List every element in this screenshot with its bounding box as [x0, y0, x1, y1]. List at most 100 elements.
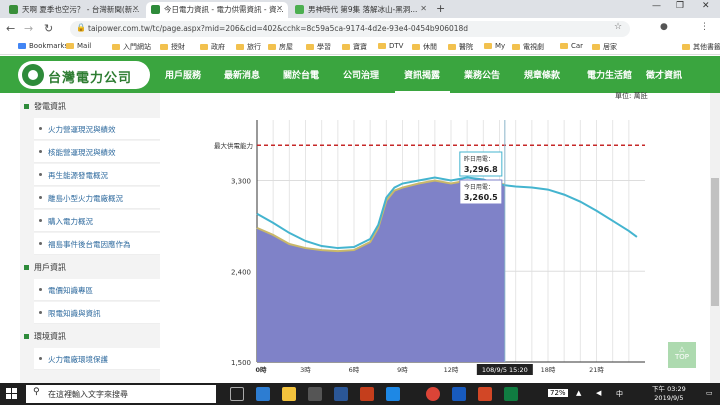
bookmark-item[interactable]: 其他書籤 [682, 42, 720, 52]
nav-item-4[interactable]: 公司治理 [343, 68, 379, 81]
sidebar-link[interactable]: 再生能源發電概況 [34, 164, 160, 186]
bookmark-item[interactable]: 旅行 [236, 42, 261, 52]
close-window-icon[interactable]: ✕ [702, 1, 710, 11]
mail-icon[interactable] [334, 387, 348, 401]
y-tick-label: 2,400 [231, 268, 251, 276]
battery-indicator[interactable]: 72% [548, 389, 568, 397]
bookmark-item[interactable]: My [484, 42, 505, 50]
nav-item-9[interactable]: 徵才資訊 [646, 68, 682, 81]
input-method-icon[interactable]: 中 [616, 389, 623, 399]
notification-icon[interactable]: ▭ [706, 389, 713, 397]
taipower-logo[interactable]: 台灣電力公司 [18, 61, 150, 89]
network-icon[interactable]: ▲ [576, 389, 581, 397]
bookmark-item[interactable]: 電視劇 [512, 42, 544, 52]
back-icon[interactable]: ← [6, 22, 15, 35]
bookmark-item[interactable]: 學習 [306, 42, 331, 52]
close-icon[interactable]: ✕ [132, 4, 139, 13]
sidebar-section-3[interactable]: 環境資訊 [20, 325, 160, 347]
yesterday-tooltip-value: 3,296.8 [464, 165, 498, 174]
today-tooltip-value: 3,260.5 [464, 193, 498, 202]
bookmark-item[interactable]: DTV [378, 42, 403, 50]
close-icon[interactable]: ✕ [276, 4, 283, 13]
bookmark-label: 醫院 [459, 43, 473, 51]
tab-title: 男神時代 第9集 落解冰山-黑洞... [308, 5, 418, 14]
yesterday-tooltip-label: 昨日用電： [464, 155, 494, 163]
excel-icon[interactable] [504, 387, 518, 401]
store-icon[interactable] [308, 387, 322, 401]
windows-taskbar: ⚲ 在這裡輸入文字來搜尋 72% ▲ ◀ 中 下午 03:29 2019/9/5… [0, 383, 720, 405]
folder-icon [412, 44, 420, 50]
sidebar-section-1[interactable]: 發電資訊 [20, 95, 160, 117]
bookmark-item[interactable]: 居家 [592, 42, 617, 52]
scrollbar-thumb[interactable] [711, 178, 719, 306]
nav-item-3[interactable]: 關於台電 [283, 68, 319, 81]
windows-start-icon[interactable] [6, 388, 18, 400]
taskbar-search-input[interactable]: ⚲ 在這裡輸入文字來搜尋 [26, 385, 216, 403]
powerpoint-icon[interactable] [478, 387, 492, 401]
taskbar-clock[interactable]: 下午 03:29 2019/9/5 [652, 385, 686, 403]
edge-icon[interactable] [256, 387, 270, 401]
forward-icon[interactable]: → [24, 22, 33, 35]
sidebar-link[interactable]: 核能營運現況與績效 [34, 141, 160, 163]
nav-item-2[interactable]: 最新消息 [224, 68, 260, 81]
minimize-icon[interactable]: — [652, 1, 661, 11]
logo-text: 台灣電力公司 [48, 71, 133, 86]
folder-icon [342, 44, 350, 50]
bookmark-label: 旅行 [247, 43, 261, 51]
bookmark-item[interactable]: 寶寶 [342, 42, 367, 52]
folder-icon [378, 43, 386, 49]
bookmark-item[interactable]: Mail [66, 42, 91, 50]
sidebar-section-2[interactable]: 用戶資訊 [20, 256, 160, 278]
bookmark-item[interactable]: Car [560, 42, 583, 50]
folder-icon [66, 43, 74, 49]
bookmark-item[interactable]: 醫院 [448, 42, 473, 52]
url-input[interactable]: 🔒 taipower.com.tw/tc/page.aspx?mid=206&c… [70, 21, 630, 37]
bookmark-item[interactable]: 政府 [200, 42, 225, 52]
nav-item-7[interactable]: 規章條款 [524, 68, 560, 81]
sidebar-link[interactable]: 購入電力概況 [34, 210, 160, 232]
new-tab-icon[interactable]: + [436, 2, 445, 15]
sidebar-link[interactable]: 火力電廠環境保護 [34, 348, 160, 370]
tab-power-info[interactable]: 今日電力資訊 - 電力供需資訊 - 資... ✕ [146, 2, 288, 18]
sidebar-link[interactable]: 電價知識專區 [34, 279, 160, 301]
sidebar-link[interactable]: 限電知識與資訊 [34, 302, 160, 324]
app-icon[interactable] [386, 387, 400, 401]
bookmark-item[interactable]: 休閒 [412, 42, 437, 52]
sidebar-link[interactable]: 離島小型火力電廠概況 [34, 187, 160, 209]
active-nav-indicator [395, 91, 450, 93]
nav-item-5[interactable]: 資訊揭露 [404, 68, 440, 81]
sidebar-link[interactable]: 火力營運現況與績效 [34, 118, 160, 140]
bookmark-star-icon[interactable]: ☆ [614, 22, 622, 32]
office-icon[interactable] [360, 387, 374, 401]
bookmark-item[interactable]: 入門網站 [112, 42, 151, 52]
file-explorer-icon[interactable] [282, 387, 296, 401]
max-capacity-label: 最大供電能力 [214, 141, 253, 150]
sidebar-link-label: 火力營運現況與績效 [48, 125, 116, 134]
bookmark-item[interactable]: 房屋 [268, 42, 293, 52]
chrome-icon[interactable] [426, 387, 440, 401]
tab-news[interactable]: 天啊 夏季也空污？ - 台灣新聞(新... ✕ [4, 2, 144, 18]
sidebar-link[interactable]: 福島事件後台電因應作為 [34, 233, 160, 255]
nav-item-6[interactable]: 業務公告 [464, 68, 500, 81]
reload-icon[interactable]: ↻ [44, 22, 53, 35]
close-icon[interactable]: ✕ [420, 4, 427, 13]
y-tick-label: 1,500 [231, 359, 251, 367]
bookmark-item[interactable]: 授財 [160, 42, 185, 52]
task-view-icon[interactable] [230, 387, 244, 401]
folder-icon [306, 44, 314, 50]
back-to-top-button[interactable]: △ TOP [668, 342, 696, 368]
bullet-icon [39, 357, 42, 360]
bookmark-item[interactable]: Bookmarks [18, 42, 68, 50]
extension-icon[interactable]: ● [660, 22, 668, 32]
maximize-icon[interactable]: ❐ [676, 1, 684, 11]
nav-item-8[interactable]: 電力生活館 [587, 68, 632, 81]
x-tick-label: 21時 [589, 366, 604, 374]
volume-icon[interactable]: ◀ [596, 389, 601, 397]
bookmark-label: Mail [77, 42, 92, 50]
tab-video[interactable]: 男神時代 第9集 落解冰山-黑洞... ✕ [290, 2, 432, 18]
word-icon[interactable] [452, 387, 466, 401]
menu-icon[interactable]: ⋮ [700, 22, 709, 32]
nav-item-1[interactable]: 用戶服務 [165, 68, 201, 81]
clock-date: 2019/9/5 [654, 394, 684, 402]
taipower-emblem-icon [22, 64, 44, 86]
